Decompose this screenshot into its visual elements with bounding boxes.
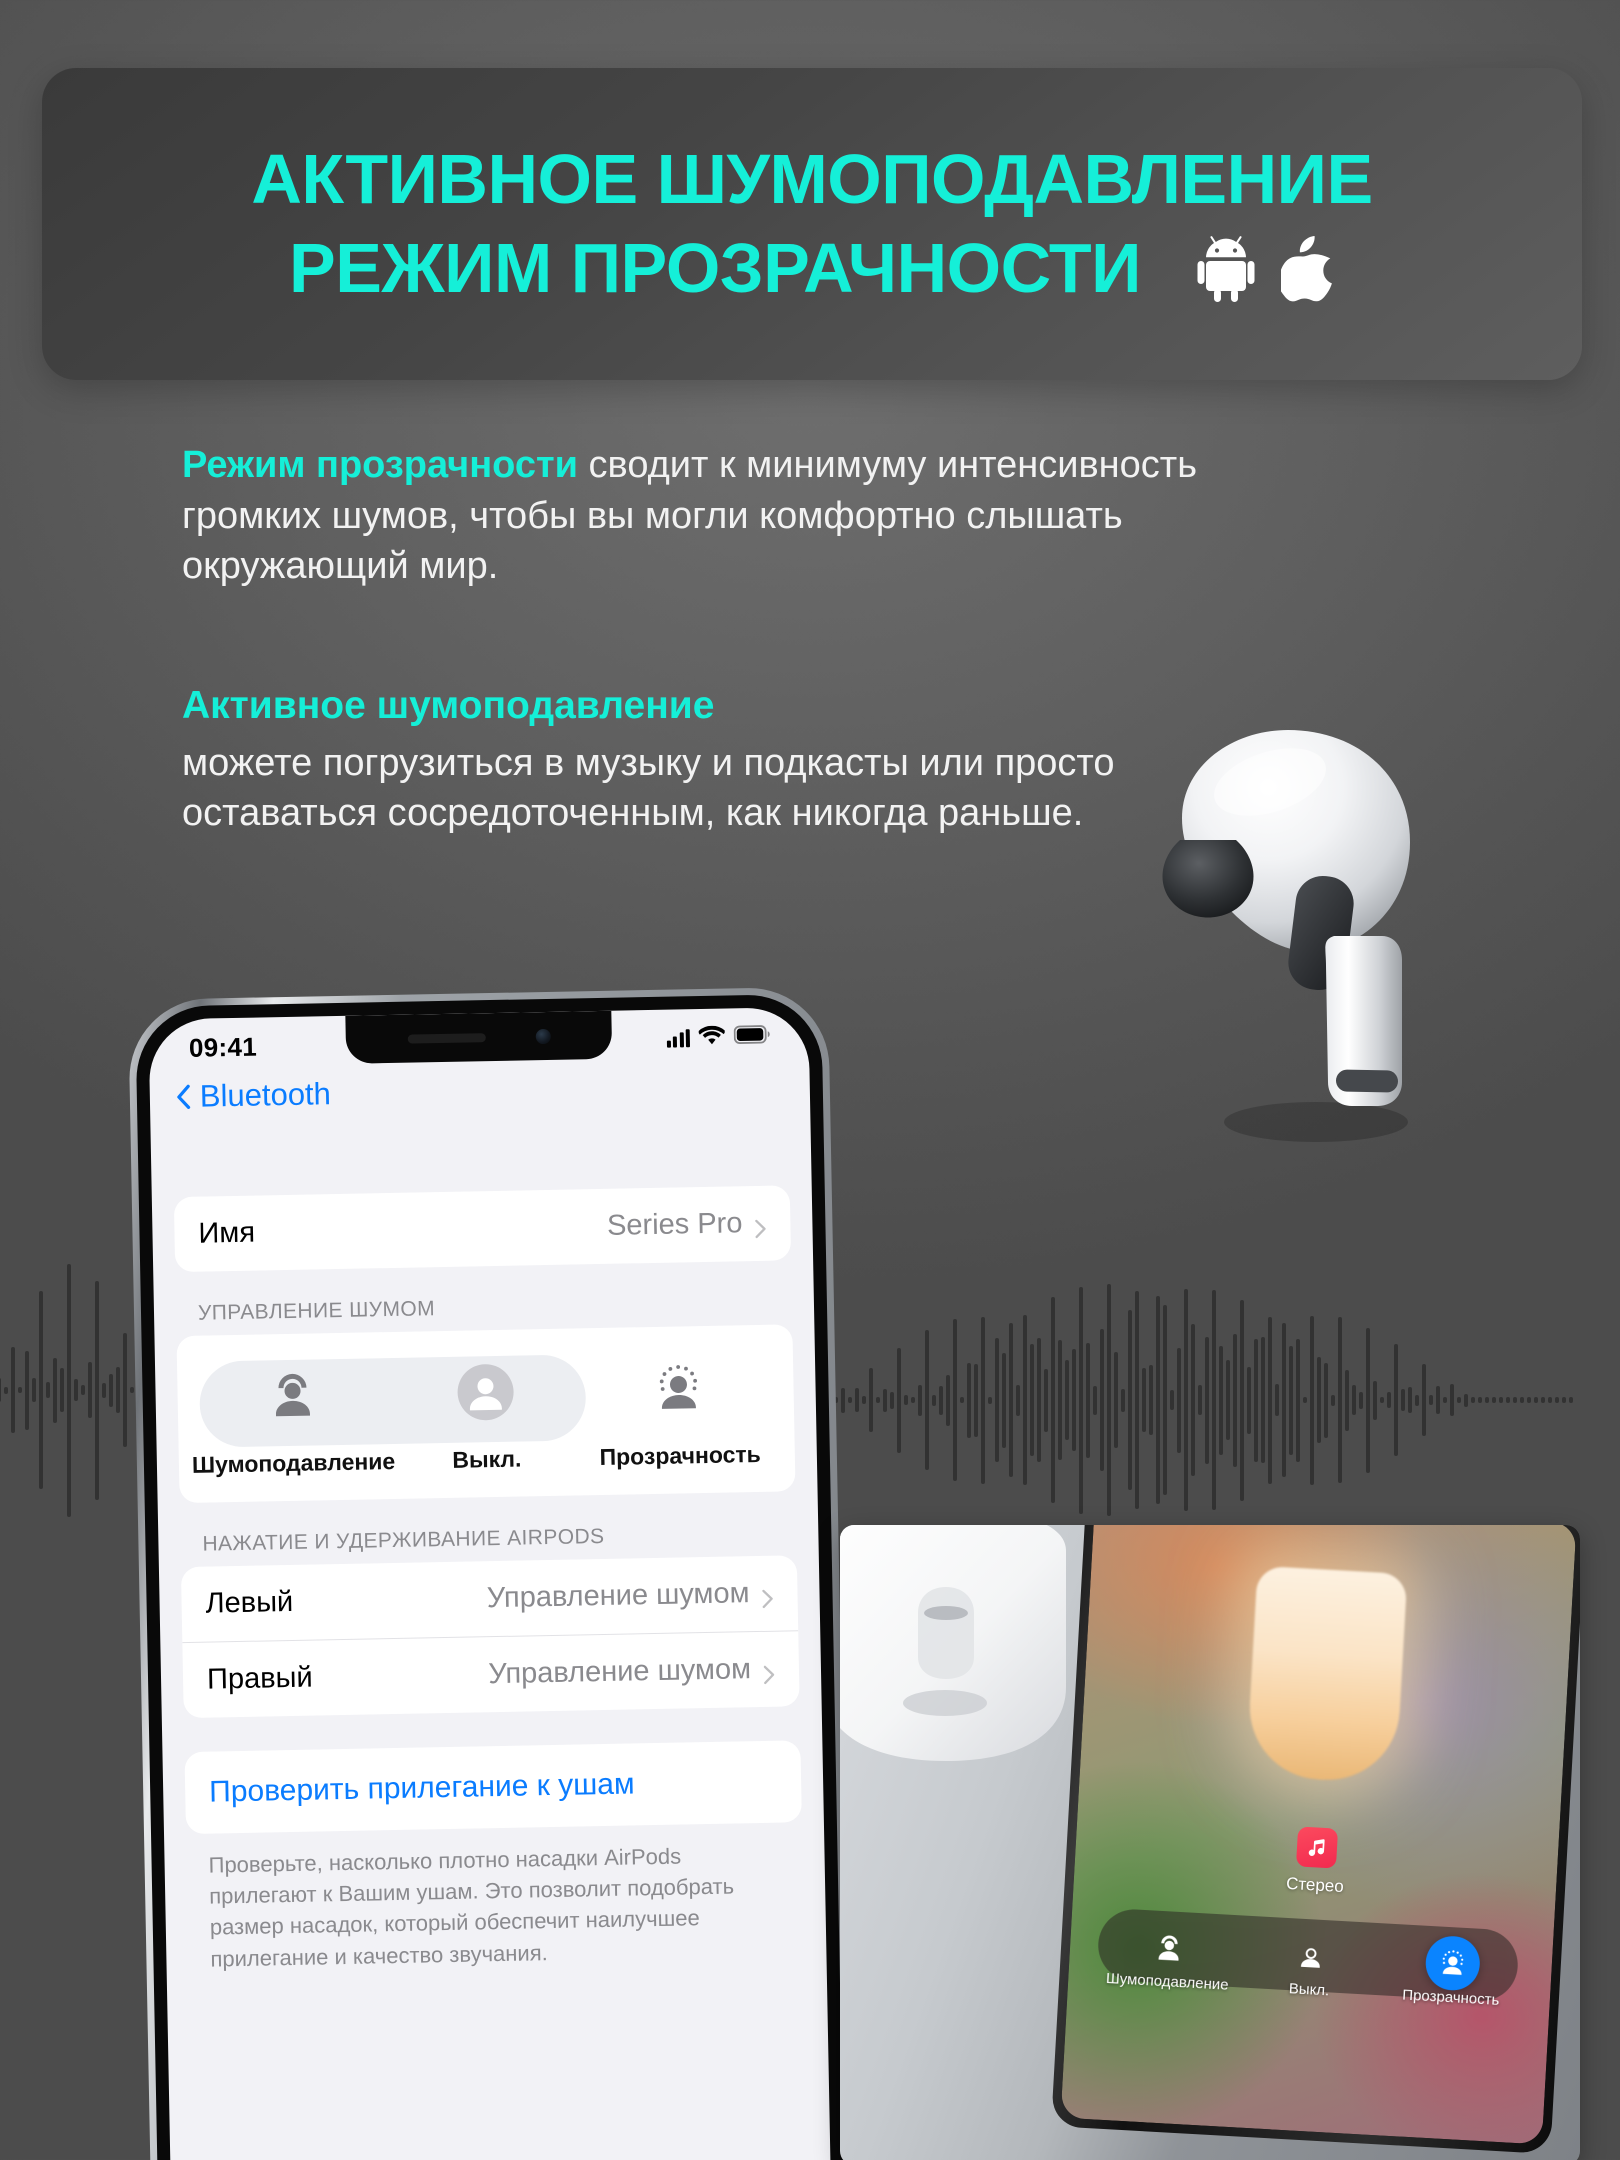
airpod-earbud-image [1120, 690, 1490, 1170]
person-noise-cancel-icon [1147, 1926, 1191, 1970]
paragraph-2-rest: можете погрузиться в музыку и подкасты и… [182, 741, 1115, 835]
press-hold-group: Левый Управление шумом Правый Управление… [180, 1555, 800, 1719]
phone-frame: 09:41 Bluetooth Имя Series Pro УПРАВЛЕНИ… [128, 986, 851, 2160]
settings-content: Имя Series Pro УПРАВЛЕНИЕ ШУМОМ Шумопода… [151, 1119, 831, 2160]
iphone-mockup: 09:41 Bluetooth Имя Series Pro УПРАВЛЕНИ… [128, 986, 851, 2160]
front-camera [535, 1028, 551, 1044]
control-center-noise-modes: Шумоподавление Выкл. Прозрачность [1096, 1908, 1526, 2009]
phone-notch [345, 1010, 613, 1064]
press-hold-value: Управление шумом [486, 1577, 750, 1615]
ear-fit-test-label: Проверить прилегание к ушам [208, 1767, 635, 1809]
cc-option-noise-cancellation[interactable]: Шумоподавление [1096, 1908, 1242, 1994]
person-transparency-icon [1424, 1934, 1482, 1992]
noise-option-label: Прозрачность [599, 1440, 762, 1471]
ear-fit-test-button[interactable]: Проверить прилегание к ушам [184, 1740, 802, 1835]
apple-icon [1280, 235, 1335, 302]
inset-phone: Стерео Шумоподавление Выкл. Прозрачность [1051, 1525, 1580, 2155]
press-hold-label: Правый [206, 1661, 313, 1696]
phone-screen: 09:41 Bluetooth Имя Series Pro УПРАВЛЕНИ… [148, 1006, 831, 2160]
back-navigation[interactable]: Bluetooth [176, 1076, 332, 1115]
cc-option-label: Выкл. [1288, 1980, 1330, 2000]
person-noise-cancel-icon [260, 1363, 325, 1428]
chevron-right-icon [754, 1213, 766, 1238]
name-label: Имя [198, 1216, 256, 1250]
noise-option-cancellation[interactable]: Шумоподавление [192, 1362, 395, 1479]
lamp-wallpaper-element [1245, 1565, 1408, 1784]
cellular-bars-icon [666, 1029, 691, 1048]
noise-option-label: Выкл. [452, 1445, 522, 1473]
back-label: Bluetooth [199, 1076, 332, 1114]
page-title-line2: РЕЖИМ ПРОЗРАЧНОСТИ [289, 229, 1141, 307]
header-card: АКТИВНОЕ ШУМОПОДАВЛЕНИЕ РЕЖИМ ПРОЗРАЧНОС… [42, 68, 1582, 380]
person-off-icon [1289, 1934, 1333, 1978]
noise-option-transparency[interactable]: Прозрачность [583, 1355, 777, 1472]
paragraph-1-lead: Режим прозрачности [182, 444, 578, 486]
cc-option-off[interactable]: Выкл. [1238, 1915, 1384, 1999]
cc-option-label: Шумоподавление [1105, 1969, 1230, 1994]
noise-option-off[interactable]: Выкл. [389, 1358, 583, 1475]
control-center-inset-photo: Стерео Шумоподавление Выкл. Прозрачность [840, 1525, 1580, 2160]
earpiece-speaker [407, 1032, 486, 1044]
press-hold-row-left[interactable]: Левый Управление шумом [181, 1555, 798, 1642]
noise-option-label: Шумоподавление [191, 1447, 396, 1478]
cc-option-transparency[interactable]: Прозрачность [1380, 1923, 1526, 2009]
chevron-right-icon [763, 1659, 775, 1684]
press-hold-label: Левый [205, 1585, 294, 1620]
chevron-left-icon [176, 1084, 191, 1110]
battery-icon [733, 1025, 771, 1050]
noise-section-header: УПРАВЛЕНИЕ ШУМОМ [197, 1297, 436, 1325]
android-icon [1197, 235, 1255, 302]
ear-fit-note: Проверьте, насколько плотно насадки AirP… [208, 1843, 735, 1972]
cc-option-label: Прозрачность [1401, 1986, 1500, 2009]
music-note-icon [1295, 1826, 1339, 1869]
person-off-icon [453, 1360, 518, 1425]
noise-control-card: Шумоподавление Выкл. Прозрачность [176, 1324, 796, 1504]
wifi-icon [697, 1025, 726, 1050]
person-transparency-icon [646, 1356, 711, 1421]
status-time: 09:41 [188, 1031, 258, 1063]
stereo-label: Стерео [1285, 1873, 1345, 1897]
chevron-right-icon [761, 1583, 773, 1608]
name-value: Series Pro [606, 1207, 743, 1242]
name-group: Имя Series Pro [173, 1185, 792, 1273]
paragraph-transparency: Режим прозрачности сводит к минимуму инт… [182, 440, 1302, 592]
press-hold-row-right[interactable]: Правый Управление шумом [182, 1630, 800, 1719]
page-title-line1: АКТИВНОЕ ШУМОПОДАВЛЕНИЕ [251, 139, 1373, 218]
press-hold-value: Управление шумом [487, 1653, 752, 1691]
name-row[interactable]: Имя Series Pro [174, 1185, 791, 1272]
press-hold-header: НАЖАТИЕ И УДЕРЖИВАНИЕ AIRPODS [202, 1524, 605, 1556]
inset-phone-screen: Стерео Шумоподавление Выкл. Прозрачность [1060, 1525, 1577, 2145]
waveform-right [820, 1240, 1573, 1560]
phone-bezel: 09:41 Bluetooth Имя Series Pro УПРАВЛЕНИ… [135, 993, 844, 2160]
inset-phone-frame: Стерео Шумоподавление Выкл. Прозрачность [1051, 1525, 1580, 2155]
